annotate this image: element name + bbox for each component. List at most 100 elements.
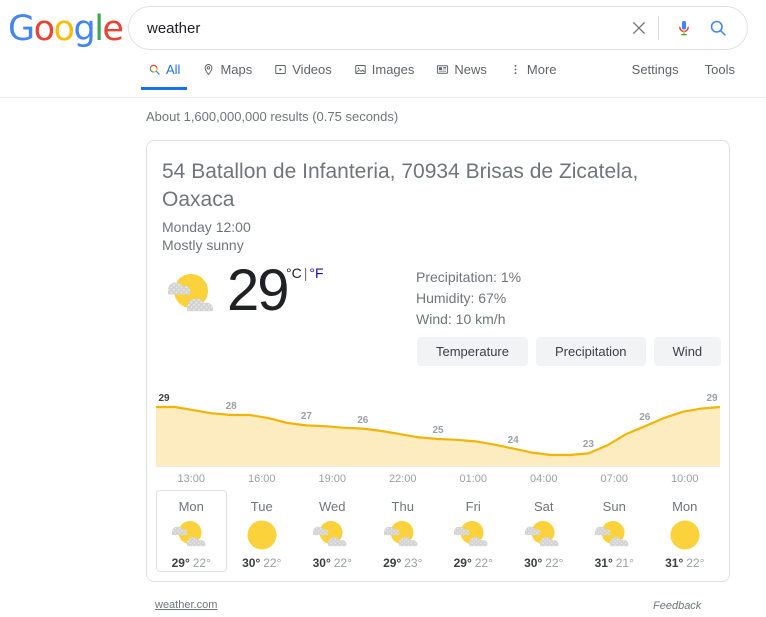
forecast-day-name: Thu [391,499,414,514]
forecast-temps: 31° 22° [665,556,704,570]
chart-point-label: 23 [582,439,594,451]
chart-x-tick: 13:00 [177,473,206,485]
forecast-day[interactable]: Thu 29° 23° [368,490,439,572]
forecast-day-name: Tue [250,499,273,514]
news-icon [436,63,449,76]
weather-source-link[interactable]: weather.com [155,599,217,611]
forecast-day[interactable]: Sat 30° 22° [509,490,580,572]
nav-tabs: All Maps Videos Images News More [137,62,568,90]
unit-separator: | [303,265,308,281]
forecast-day[interactable]: Sun 31° 21° [579,490,650,572]
forecast-day[interactable]: Mon 29° 22° [156,490,227,572]
forecast-high: 29° [171,556,190,570]
forecast-low: 22° [545,556,564,570]
forecast-day[interactable]: Mon 31° 22° [650,490,721,572]
tab-images[interactable]: Images [343,62,426,89]
settings-button[interactable]: Settings [621,62,690,89]
chart-point-label: 29 [706,393,718,404]
search-icon [148,63,161,76]
sun-behind-clouds-icon [309,517,355,553]
tab-news[interactable]: News [425,62,498,89]
chart-point-label: 26 [357,414,369,426]
weather-details: Precipitation: 1% Humidity: 67% Wind: 10… [416,267,521,330]
tools-button[interactable]: Tools [694,62,746,89]
forecast-day[interactable]: Wed 30° 22° [297,490,368,572]
hourly-temperature-chart[interactable]: 29 28 27 26 25 24 23 26 29 [156,389,720,467]
tab-videos[interactable]: Videos [263,62,343,89]
tab-maps[interactable]: Maps [191,62,263,89]
forecast-low: 21° [615,556,634,570]
wind-value: Wind: 10 km/h [416,311,506,327]
image-icon [354,63,367,76]
current-temperature: 29 [227,258,289,323]
forecast-day-name: Fri [465,499,481,514]
chart-x-tick: 04:00 [529,473,558,485]
sun-icon [662,517,708,553]
chart-x-tick: 10:00 [670,473,699,485]
forecast-high: 30° [242,556,261,570]
forecast-temps: 31° 21° [595,556,634,570]
unit-fahrenheit[interactable]: °F [309,265,323,281]
chart-point-labels: 29 28 27 26 25 24 23 26 29 [156,389,720,450]
weather-time: Monday 12:00 [162,219,251,235]
forecast-day[interactable]: Tue 30° 22° [227,490,298,572]
search-submit-icon[interactable] [701,6,735,50]
logo-letter: o [33,9,55,49]
tab-more[interactable]: More [498,62,568,89]
logo-letter: e [102,9,124,49]
forecast-day-name: Mon [672,499,698,514]
tab-precipitation[interactable]: Precipitation [535,337,646,366]
tab-label: News [454,62,487,77]
kebab-menu-icon [509,63,522,76]
chart-point-label: 28 [225,401,237,412]
chart-x-tick: 07:00 [600,473,629,485]
forecast-day[interactable]: Fri 29° 22° [438,490,509,572]
sun-icon [239,517,285,553]
forecast-high: 29° [383,556,402,570]
search-input[interactable] [129,19,622,37]
forecast-high: 31° [665,556,684,570]
forecast-low: 22° [686,556,705,570]
search-bar[interactable] [128,6,748,50]
logo-letter: l [94,9,104,49]
nav-right-actions: Settings Tools [621,62,766,89]
chart-x-tick: 01:00 [459,473,488,485]
feedback-link[interactable]: Feedback [653,600,701,612]
forecast-low: 22° [263,556,282,570]
tab-label: Maps [220,62,253,77]
forecast-day-name: Sat [533,499,554,514]
tab-wind[interactable]: Wind [653,337,722,366]
unit-celsius[interactable]: °C [286,265,302,281]
chart-x-tick: 22:00 [388,473,417,485]
forecast-temps: 29° 23° [383,556,422,570]
forecast-high: 30° [524,556,543,570]
close-icon[interactable] [622,6,656,50]
logo-letter: g [73,9,95,49]
forecast-day-name: Wed [319,499,346,514]
humidity-value: Humidity: 67% [416,290,507,306]
tab-temperature[interactable]: Temperature [417,337,528,366]
forecast-temps: 29° 22° [172,556,211,570]
tab-label: Videos [292,62,332,77]
forecast-temps: 30° 22° [242,556,281,570]
daily-forecast: Mon 29°22°Tue30°22°Wed 30°22°Thu [156,490,720,572]
forecast-high: 29° [453,556,472,570]
forecast-high: 30° [312,556,331,570]
weather-card: 54 Batallon de Infanteria, 70934 Brisas … [146,140,730,582]
sun-behind-clouds-icon [591,517,637,553]
search-divider [658,16,659,40]
chart-x-axis: 13:00 16:00 19:00 22:00 01:00 04:00 07:00 10:00 [156,466,720,490]
forecast-low: 23° [404,556,423,570]
nav-tab-bar: All Maps Videos Images News More Setting… [0,62,766,98]
forecast-day-name: Sun [602,499,626,514]
chart-x-tick: 16:00 [247,473,276,485]
chart-point-label: 27 [300,411,312,423]
temperature-unit-toggle[interactable]: °C | °F [286,265,324,281]
tab-label: Images [371,62,415,77]
results-count: About 1,600,000,000 results (0.75 second… [146,109,399,124]
google-logo[interactable]: Google [8,9,124,49]
chart-point-label: 29 [158,393,170,404]
tab-all[interactable]: All [137,62,191,90]
chart-point-label: 25 [432,425,444,436]
microphone-icon[interactable] [667,6,701,50]
